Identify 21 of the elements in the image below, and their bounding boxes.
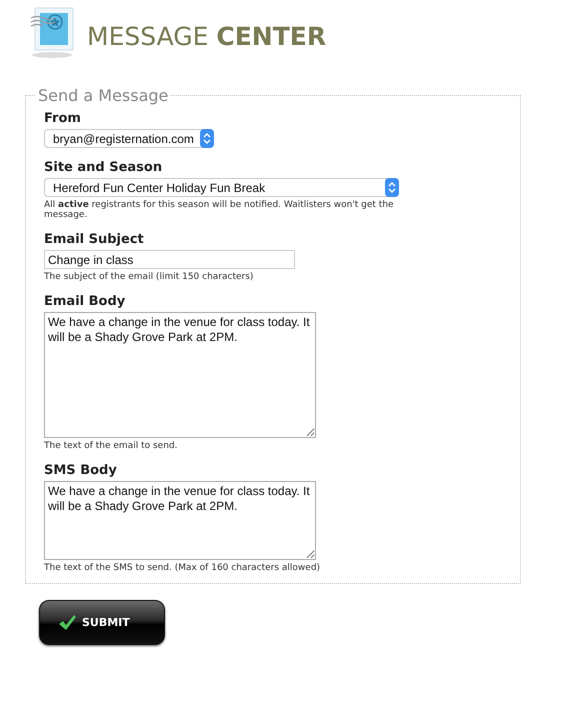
field-label: Site and Season bbox=[44, 160, 164, 175]
field-hint: All active registrants for this season will be notified. Waitlisters won't get the message. bbox=[44, 200, 395, 220]
text-area[interactable]: We have a change in the venue for class today. It will be a Shady Grove Park at 2PM. bbox=[44, 481, 316, 560]
field-label: Email Subject bbox=[44, 232, 145, 247]
submit-button[interactable]: SUBMIT bbox=[39, 600, 165, 645]
stamp-icon bbox=[29, 6, 75, 58]
text-area[interactable]: We have a change in the venue for class today. It will be a Shady Grove Park at 2PM. bbox=[44, 312, 316, 438]
stepper-icon bbox=[200, 129, 214, 148]
select-field[interactable]: bryan@registernation.com bbox=[44, 129, 214, 148]
field-label: SMS Body bbox=[44, 463, 118, 478]
select-field[interactable]: Hereford Fun Center Holiday Fun Break bbox=[44, 178, 399, 197]
field-label: Email Body bbox=[44, 294, 126, 309]
field-hint: The text of the email to send. bbox=[44, 441, 178, 451]
input-field[interactable]: Change in class bbox=[44, 250, 295, 269]
field-hint: The text of the SMS to send. (Max of 160 characters allowed) bbox=[44, 563, 322, 573]
field-hint: The subject of the email (limit 150 characters) bbox=[44, 272, 254, 282]
page-title: MESSAGE CENTER bbox=[87, 20, 326, 50]
field-label: From bbox=[44, 111, 82, 126]
section-title: Send a Message bbox=[37, 86, 170, 105]
checkmark-icon bbox=[58, 614, 76, 630]
stepper-icon bbox=[385, 178, 399, 197]
